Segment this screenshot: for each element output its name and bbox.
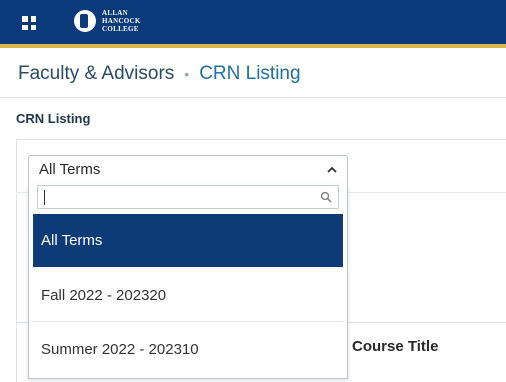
breadcrumb-current: CRN Listing bbox=[199, 63, 301, 84]
header-divider bbox=[0, 97, 506, 98]
term-dropdown: All Terms Fall 2022 - 202320 Summer 2022… bbox=[28, 183, 348, 379]
term-option-all-terms[interactable]: All Terms bbox=[33, 214, 343, 267]
term-option-fall-2022[interactable]: Fall 2022 - 202320 bbox=[33, 269, 343, 322]
header-accent-stripe bbox=[0, 44, 506, 48]
term-option-label: Summer 2022 - 202310 bbox=[41, 341, 199, 358]
logo-line-1: ALLAN bbox=[102, 9, 129, 17]
term-option-summer-2022[interactable]: Summer 2022 - 202310 bbox=[33, 323, 343, 376]
chevron-up-icon bbox=[327, 166, 337, 173]
logo-line-3: COLLEGE bbox=[102, 25, 139, 33]
breadcrumb-separator: • bbox=[184, 66, 190, 82]
college-logo[interactable]: ALLAN HANCOCK COLLEGE bbox=[74, 6, 141, 36]
section-title: CRN Listing bbox=[16, 111, 91, 126]
logo-emblem-icon bbox=[74, 10, 96, 32]
term-search-box[interactable] bbox=[37, 185, 339, 209]
term-select[interactable]: All Terms bbox=[28, 155, 348, 183]
grid-menu-icon[interactable] bbox=[22, 16, 36, 30]
breadcrumb-parent-link[interactable]: Faculty & Advisors bbox=[18, 63, 174, 85]
term-select-value: All Terms bbox=[39, 161, 101, 178]
term-option-label: All Terms bbox=[41, 232, 103, 249]
breadcrumb: Faculty & Advisors • CRN Listing bbox=[18, 60, 301, 88]
column-header-course-title[interactable]: Course Title bbox=[352, 338, 438, 355]
logo-line-2: HANCOCK bbox=[102, 17, 141, 25]
term-option-label: Fall 2022 - 202320 bbox=[41, 286, 167, 304]
text-caret bbox=[44, 190, 45, 205]
term-search-input[interactable] bbox=[38, 186, 314, 208]
top-nav-bar: ALLAN HANCOCK COLLEGE bbox=[0, 0, 506, 44]
logo-wordmark: ALLAN HANCOCK COLLEGE bbox=[102, 9, 141, 33]
search-icon bbox=[320, 191, 332, 203]
